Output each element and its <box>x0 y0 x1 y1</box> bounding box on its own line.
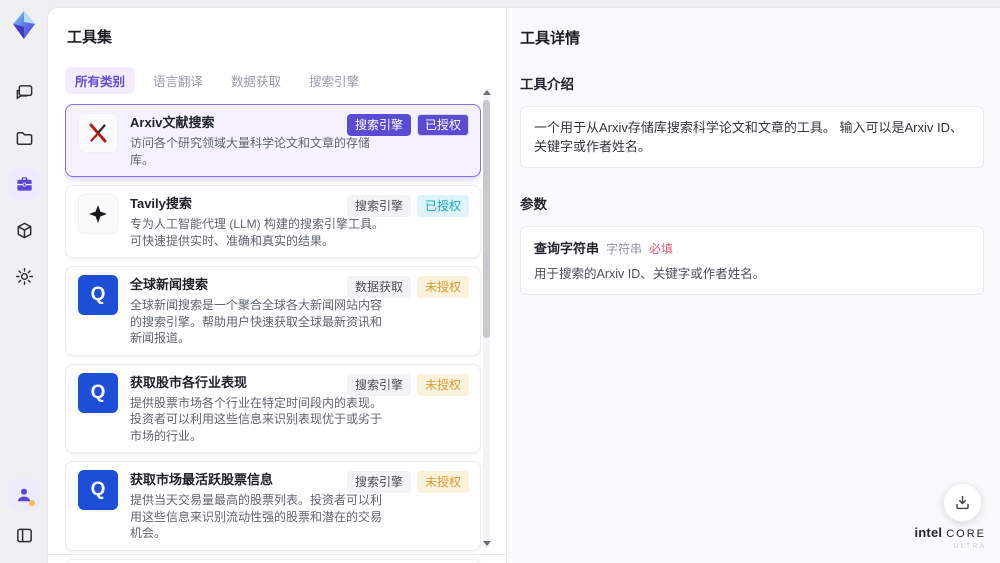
brand-ultra-text: ULTRA <box>953 543 986 550</box>
sidebar-item-settings[interactable] <box>8 260 40 292</box>
tool-description: 提供当天交易量最高的股票列表。投资者可以利用这些信息来识别流动性强的股票和潜在的… <box>130 493 383 540</box>
cube-icon <box>15 221 34 240</box>
download-button[interactable] <box>943 483 982 522</box>
sidebar-item-plugins[interactable] <box>8 214 40 246</box>
page-title: 工具集 <box>67 29 113 46</box>
tool-badges: 搜索引擎 已授权 <box>346 195 469 217</box>
sidebar-item-collapse[interactable] <box>8 519 40 551</box>
sidebar-item-chat[interactable] <box>8 76 40 108</box>
collapse-panel-icon <box>15 526 34 545</box>
toolbox-icon <box>15 175 34 194</box>
category-badge: 搜索引擎 <box>346 373 411 396</box>
list-scrollbar[interactable] <box>483 88 491 548</box>
category-badge: 搜索引擎 <box>346 471 411 493</box>
status-badge: 未授权 <box>416 276 469 298</box>
param-name: 查询字符串 <box>534 241 600 256</box>
sidebar <box>0 0 48 563</box>
intro-heading: 工具介绍 <box>520 77 574 92</box>
panel-bottom-divider <box>48 554 506 555</box>
main-window: 工具集 所有类别 语言翻译 数据获取 搜索引擎 Arxiv文献搜索 访问各个研究… <box>48 8 1000 563</box>
category-badge: 搜索引擎 <box>346 114 411 136</box>
tool-card-global-news[interactable]: Q 全球新闻搜索 全球新闻搜索是一个聚合全球各大新闻网站内容的搜索引擎。帮助用户… <box>65 266 481 356</box>
app-root: 工具集 所有类别 语言翻译 数据获取 搜索引擎 Arxiv文献搜索 访问各个研究… <box>0 0 1000 563</box>
news-search-icon: Q <box>78 470 118 510</box>
arxiv-logo-icon <box>78 113 118 153</box>
tool-badges: 搜索引擎 未授权 <box>346 373 469 396</box>
download-icon <box>954 494 971 511</box>
gear-icon <box>15 267 34 286</box>
category-tabs: 所有类别 语言翻译 数据获取 搜索引擎 <box>65 67 506 94</box>
param-required-flag: 必填 <box>649 242 674 256</box>
brand-core-text: CORE <box>946 528 986 540</box>
tool-detail-panel: 工具详情 工具介绍 一个用于从Arxiv存储库搜索科学论文和文章的工具。 输入可… <box>506 8 1000 563</box>
scrollbar-thumb[interactable] <box>483 100 490 338</box>
news-search-icon: Q <box>78 275 118 315</box>
tab-data-fetch[interactable]: 数据获取 <box>221 67 291 94</box>
intel-core-logo: intel CORE ULTRA <box>914 526 986 550</box>
tool-card-sector-performance[interactable]: Q 获取股市各行业表现 提供股票市场各个行业在特定时间段内的表现。投资者可以利用… <box>65 363 481 453</box>
tool-card-active-stocks[interactable]: Q 获取市场最活跃股票信息 提供当天交易量最高的股票列表。投资者可以利用这些信息… <box>65 461 481 551</box>
param-description: 用于搜索的Arxiv ID、关键字或作者姓名。 <box>534 267 766 281</box>
sidebar-item-files[interactable] <box>8 122 40 154</box>
brand-intel-text: intel <box>914 525 943 540</box>
tool-card-regional-news[interactable]: 万维地区新闻查询 查询具体行政区划内的新闻，快速了解各地新闻动 搜索引擎 未授权 <box>65 558 481 563</box>
param-card: 查询字符串 字符串 必填 用于搜索的Arxiv ID、关键字或作者姓名。 <box>520 226 984 295</box>
intro-card: 一个用于从Arxiv存储库搜索科学论文和文章的工具。 输入可以是Arxiv ID… <box>520 106 984 168</box>
tool-card-tavily[interactable]: Tavily搜索 专为人工智能代理 (LLM) 构建的搜索引擎工具。可快速提供实… <box>65 185 481 258</box>
tool-list-panel: 工具集 所有类别 语言翻译 数据获取 搜索引擎 Arxiv文献搜索 访问各个研究… <box>48 8 506 563</box>
tool-description: 专为人工智能代理 (LLM) 构建的搜索引擎工具。可快速提供实时、准确和真实的结… <box>130 217 385 248</box>
tool-card-arxiv[interactable]: Arxiv文献搜索 访问各个研究领域大量科学论文和文章的存储库。 搜索引擎 已授… <box>65 104 481 177</box>
tool-description: 访问各个研究领域大量科学论文和文章的存储库。 <box>130 136 371 167</box>
category-badge: 数据获取 <box>346 276 411 298</box>
status-badge: 已授权 <box>416 195 469 217</box>
status-badge: 未授权 <box>416 373 469 396</box>
user-status-dot <box>29 500 35 506</box>
params-heading: 参数 <box>520 197 547 212</box>
sidebar-nav <box>8 76 40 292</box>
detail-title: 工具详情 <box>520 30 581 47</box>
sidebar-bottom-nav <box>8 479 40 551</box>
tab-search-engine[interactable]: 搜索引擎 <box>299 67 369 94</box>
tab-translation[interactable]: 语言翻译 <box>143 67 213 94</box>
status-badge: 未授权 <box>416 471 469 493</box>
tab-all-categories[interactable]: 所有类别 <box>65 67 136 94</box>
folder-icon <box>15 129 34 148</box>
scroll-up-icon[interactable] <box>483 90 491 95</box>
status-badge: 已授权 <box>416 114 469 136</box>
tool-badges: 搜索引擎 未授权 <box>346 471 469 493</box>
category-badge: 搜索引擎 <box>346 195 411 217</box>
scroll-down-icon[interactable] <box>483 541 491 546</box>
tool-badges: 数据获取 未授权 <box>346 276 469 298</box>
tool-description: 全球新闻搜索是一个聚合全球各大新闻网站内容的搜索引擎。帮助用户快速获取全球最新资… <box>130 298 383 345</box>
param-type: 字符串 <box>606 242 643 256</box>
news-search-icon: Q <box>78 372 118 413</box>
intro-text: 一个用于从Arxiv存储库搜索科学论文和文章的工具。 输入可以是Arxiv ID… <box>534 120 964 154</box>
tool-badges: 搜索引擎 已授权 <box>346 114 469 136</box>
tool-card-list: Arxiv文献搜索 访问各个研究领域大量科学论文和文章的存储库。 搜索引擎 已授… <box>65 104 481 563</box>
param-header: 查询字符串 字符串 必填 <box>534 238 970 257</box>
sidebar-item-account[interactable] <box>8 479 40 511</box>
chat-icon <box>15 83 34 102</box>
sparkle-icon <box>78 194 118 234</box>
tool-description: 提供股票市场各个行业在特定时间段内的表现。投资者可以利用这些信息来识别表现优于或… <box>130 395 383 443</box>
logo-diamond-icon <box>10 10 38 40</box>
sidebar-item-tools[interactable] <box>8 168 40 200</box>
